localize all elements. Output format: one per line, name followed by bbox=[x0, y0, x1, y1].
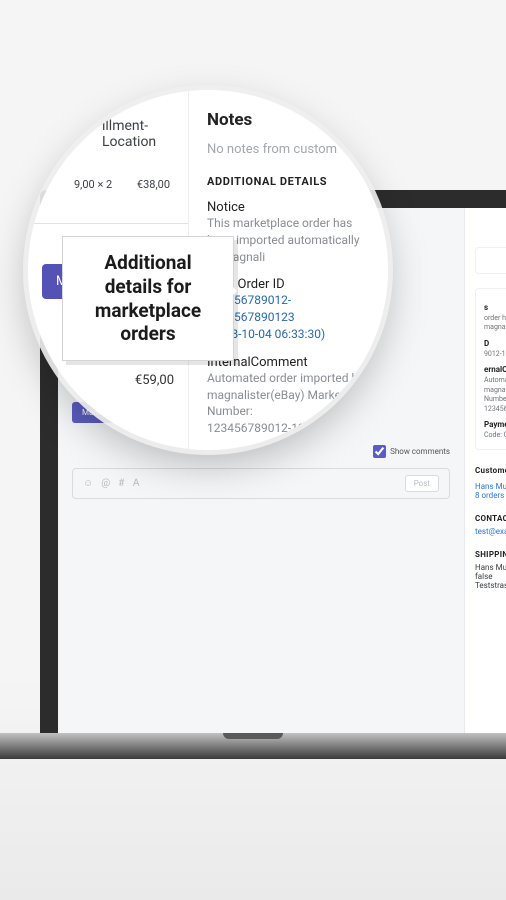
contact-info-title: CONTACT INFORMATION bbox=[475, 514, 506, 523]
internal-comment-line2: Number: bbox=[207, 403, 374, 420]
contact-info-block: CONTACT INFORMATION Edit test@example.co… bbox=[475, 514, 506, 536]
notice-body: order has been atically by magnalister. bbox=[484, 314, 506, 333]
callout-line4: orders bbox=[120, 322, 175, 345]
callout-box: Additional details for marketplace order… bbox=[62, 236, 234, 361]
payment-body: Code: Complete: 1 bbox=[484, 431, 506, 440]
shipping-address-block: SHIPPING ADDRESS Edit Hans Mustermann fa… bbox=[475, 550, 506, 590]
payment-heading: Payment bbox=[484, 420, 506, 429]
callout-line3: marketplace bbox=[95, 299, 201, 322]
mention-icon[interactable]: @ bbox=[101, 478, 110, 489]
panel-nav: ← → bbox=[475, 222, 506, 233]
line-item-qty: 9,00 × 2 bbox=[74, 178, 112, 191]
customer-orders-link[interactable]: 8 orders bbox=[475, 491, 506, 500]
fulfillment-location-label: illment-Location bbox=[42, 118, 174, 150]
ship-street: Teststrasse 43 Teststrasse 43 bbox=[475, 581, 506, 590]
internal-comment-heading: ernalComment bbox=[484, 365, 506, 374]
additional-details-card: Edit s order has been atically by magnal… bbox=[475, 288, 506, 450]
ship-false: false bbox=[475, 572, 506, 581]
ebay-heading: D bbox=[484, 339, 506, 348]
callout-line2: details for bbox=[105, 275, 192, 298]
internal-comment-line3: 123456789012-12345678 bbox=[207, 420, 374, 437]
comment-input-bar[interactable]: ☺ @ # 𐌀 Post bbox=[72, 468, 450, 499]
callout-line1: Additional bbox=[104, 251, 191, 274]
internal-comment-line1: Automated order imported by magnalister(… bbox=[207, 370, 374, 404]
lens-grand-total: €59,00 bbox=[42, 373, 174, 388]
hash-icon[interactable]: # bbox=[118, 478, 124, 489]
contact-email[interactable]: test@example.com bbox=[475, 527, 506, 536]
internal-comment-body: Automated order imported by magnalister(… bbox=[484, 376, 506, 414]
customer-block: Customer ☺ Hans Mustermann 8 orders bbox=[475, 464, 506, 500]
separator bbox=[28, 223, 188, 224]
ship-name: Hans Mustermann bbox=[475, 563, 506, 572]
laptop-notch bbox=[223, 733, 283, 739]
attach-icon[interactable]: 𐌀 bbox=[132, 478, 140, 489]
ebay-order-value: 9012-1234567890123 0-04 06:33:30) bbox=[484, 350, 506, 359]
post-button[interactable]: Post bbox=[405, 475, 439, 492]
emoji-icon[interactable]: ☺ bbox=[83, 478, 93, 489]
additional-details-caption: ADDITIONAL DETAILS bbox=[207, 175, 374, 188]
notes-empty: No notes from custom bbox=[207, 142, 374, 157]
notes-card: Edit bbox=[475, 247, 506, 274]
show-comments-label: Show comments bbox=[390, 447, 450, 456]
notes-title: Notes bbox=[207, 110, 374, 130]
shipping-title: SHIPPING ADDRESS bbox=[475, 550, 506, 559]
payment-label: Payment bbox=[207, 449, 374, 450]
line-item-row: 9,00 × 2 €38,00 bbox=[42, 178, 174, 191]
customer-name-link[interactable]: Hans Mustermann bbox=[475, 482, 506, 491]
line-item-total: €38,00 bbox=[137, 178, 170, 191]
customer-title: Customer bbox=[475, 466, 506, 475]
notice-heading: s bbox=[484, 303, 506, 312]
notice-label: Notice bbox=[207, 200, 374, 215]
order-side-panel: ← → Edit Edit s order has been atically … bbox=[464, 208, 506, 750]
